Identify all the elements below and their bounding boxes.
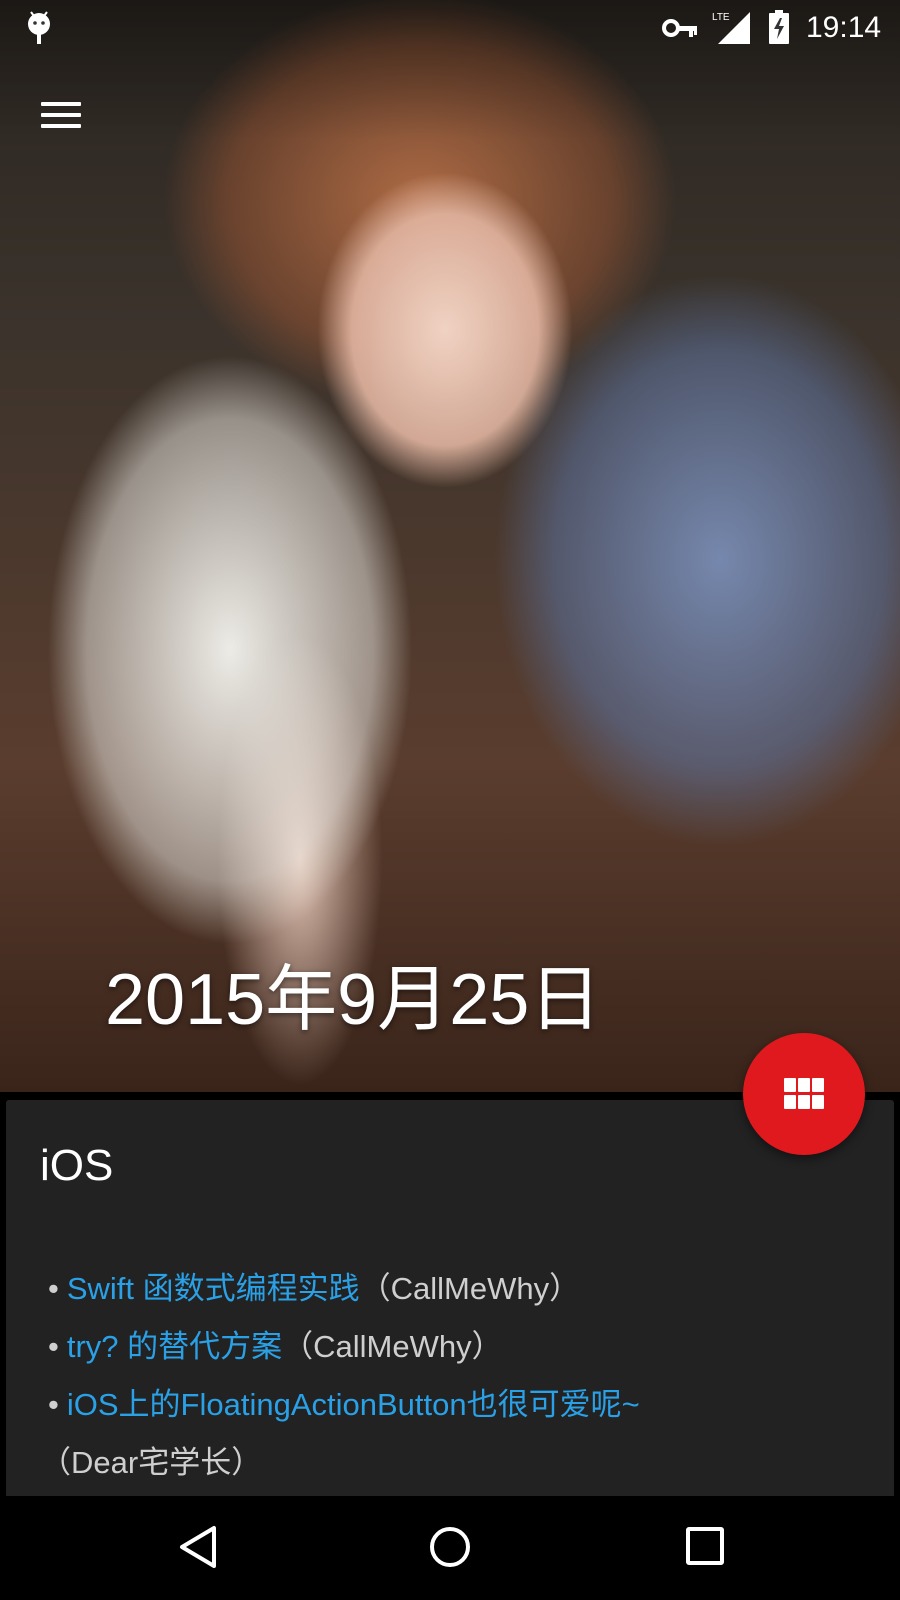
lte-label: LTE bbox=[712, 12, 730, 23]
navigation-bar bbox=[0, 1496, 900, 1600]
article-link[interactable]: try? 的替代方案 bbox=[67, 1329, 282, 1364]
category-title: iOS bbox=[40, 1141, 114, 1190]
menu-line bbox=[41, 113, 81, 117]
article-link[interactable]: iOS上的FloatingActionButton也很可爱呢~ bbox=[67, 1387, 640, 1422]
android-debug-icon bbox=[28, 11, 50, 44]
hamburger-menu-icon[interactable] bbox=[30, 90, 92, 140]
vpn-key-icon bbox=[662, 19, 697, 37]
status-bar: LTE 19:14 bbox=[0, 0, 900, 56]
home-icon[interactable] bbox=[427, 1524, 473, 1570]
status-clock: 19:14 bbox=[806, 11, 882, 44]
grid-apps-icon bbox=[784, 1078, 824, 1110]
bullet: • bbox=[48, 1271, 59, 1306]
list-item: • try? 的替代方案（CallMeWhy） bbox=[40, 1318, 860, 1376]
bullet: • bbox=[48, 1329, 59, 1364]
article-link[interactable]: Swift 函数式编程实践 bbox=[67, 1271, 360, 1306]
article-author: （Dear宅学长） bbox=[40, 1445, 263, 1480]
battery-charging-icon bbox=[769, 10, 789, 44]
menu-line bbox=[41, 124, 81, 128]
recents-icon[interactable] bbox=[685, 1526, 725, 1566]
list-item: • iOS上的FloatingActionButton也很可爱呢~ （Dear宅学长… bbox=[40, 1376, 860, 1492]
fab-button[interactable] bbox=[743, 1033, 865, 1155]
content-card: iOS • Swift 函数式编程实践（CallMeWhy） • try? 的替代方… bbox=[6, 1100, 894, 1500]
header-photo bbox=[0, 0, 900, 1092]
menu-line bbox=[41, 102, 81, 106]
header-date: 2015年9月25日 bbox=[105, 960, 602, 1040]
article-list: • Swift 函数式编程实践（CallMeWhy） • try? 的替代方案（Ca… bbox=[40, 1260, 860, 1492]
article-author: （CallMeWhy） bbox=[282, 1329, 503, 1364]
article-author: （CallMeWhy） bbox=[359, 1271, 581, 1306]
list-item: • Swift 函数式编程实践（CallMeWhy） bbox=[40, 1260, 860, 1318]
bullet: • bbox=[48, 1387, 59, 1422]
back-icon[interactable] bbox=[176, 1524, 222, 1570]
lte-signal-icon: LTE bbox=[712, 12, 750, 44]
